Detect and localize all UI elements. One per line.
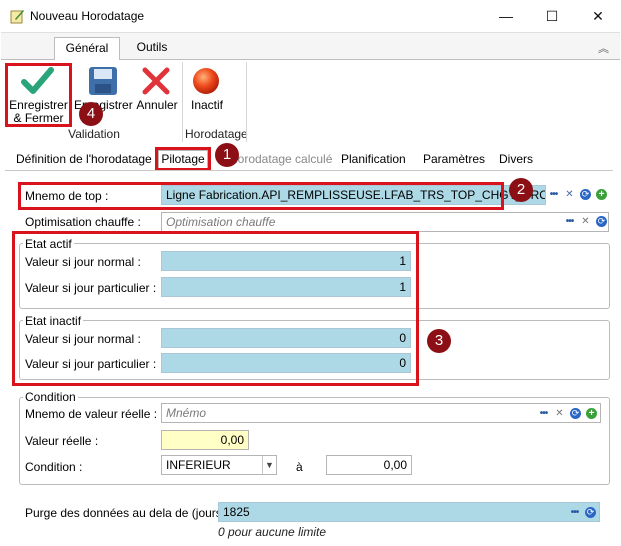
tab-definition[interactable]: Définition de l'horodatage (16, 152, 152, 170)
ribbon-group-separator (246, 62, 247, 142)
clear-x-icon[interactable]: ✕ (580, 216, 591, 227)
annotation-badge-4: 4 (79, 102, 103, 126)
a-value-field[interactable]: 0,00 (326, 455, 412, 475)
collapse-ribbon-icon[interactable]: ︽ (598, 40, 609, 56)
valeur-reelle-label: Valeur réelle : (25, 434, 99, 448)
highlight-save-close (5, 63, 72, 127)
tab-planification[interactable]: Planification (341, 152, 406, 170)
highlight-mnemo-top (18, 182, 504, 210)
clear-x-icon[interactable]: ✕ (564, 189, 575, 200)
purge-label: Purge des données au dela de (jours) : (25, 506, 233, 520)
browse-dots-icon[interactable]: ••• (569, 507, 580, 518)
cancel-button[interactable]: Annuler (134, 63, 180, 115)
cancel-x-icon (142, 67, 170, 95)
condition-select[interactable]: INFERIEUR ▼ (161, 455, 277, 475)
notepad-icon (10, 10, 24, 24)
highlight-tab-pilotage (155, 147, 211, 171)
cancel-label: Annuler (136, 98, 178, 112)
annotation-badge-2: 2 (509, 178, 533, 202)
inactive-button[interactable]: Inactif (186, 63, 228, 115)
group-label-validation: Validation (68, 127, 120, 141)
add-icon[interactable]: + (596, 189, 607, 200)
annotation-badge-1: 1 (215, 143, 239, 167)
ribbon-tab-general[interactable]: Général (54, 37, 120, 60)
optimisation-field[interactable]: Optimisation chauffe (161, 212, 609, 232)
refresh-icon[interactable]: ⟳ (585, 507, 596, 518)
a-label: à (296, 460, 303, 474)
refresh-icon[interactable]: ⟳ (570, 408, 581, 419)
tab-strip-line (5, 170, 613, 171)
optimisation-label: Optimisation chauffe : (25, 215, 141, 229)
group-label-horodatage: Horodatage (185, 127, 248, 141)
red-ball-icon (193, 68, 219, 94)
purge-field[interactable]: 1825 (218, 502, 600, 522)
window-title: Nouveau Horodatage (30, 9, 145, 23)
ribbon-group-separator (182, 62, 183, 142)
condition-legend: Condition (23, 390, 78, 404)
chevron-down-icon[interactable]: ▼ (262, 456, 276, 474)
browse-dots-icon[interactable]: ••• (564, 216, 575, 227)
refresh-icon[interactable]: ⟳ (580, 189, 591, 200)
minimize-button[interactable]: — (483, 0, 529, 32)
tab-horodatage-calcule[interactable]: Horodatage calculé (229, 152, 332, 170)
ribbon-tab-outils[interactable]: Outils (124, 37, 180, 60)
mnemo-valeur-label: Mnemo de valeur réelle : (25, 407, 158, 421)
inactive-label: Inactif (190, 98, 223, 112)
mnemo-valeur-field[interactable]: Mnémo (161, 403, 601, 423)
condition-select-value: INFERIEUR (166, 458, 231, 472)
maximize-button[interactable]: ☐ (529, 0, 575, 32)
browse-dots-icon[interactable]: ••• (538, 408, 549, 419)
add-icon[interactable]: + (586, 408, 597, 419)
refresh-icon[interactable]: ⟳ (596, 216, 607, 227)
floppy-disk-icon (89, 67, 117, 95)
browse-dots-icon[interactable]: ••• (548, 189, 559, 200)
close-button[interactable]: ✕ (575, 0, 621, 32)
purge-hint: 0 pour aucune limite (218, 525, 327, 539)
tab-divers[interactable]: Divers (499, 152, 533, 170)
tab-parametres[interactable]: Paramètres (423, 152, 485, 170)
clear-x-icon[interactable]: ✕ (554, 408, 565, 419)
annotation-badge-3: 3 (427, 329, 451, 353)
highlight-etat-groups (12, 231, 419, 386)
condition-label: Condition : (25, 460, 83, 474)
valeur-reelle-field[interactable]: 0,00 (161, 430, 249, 450)
